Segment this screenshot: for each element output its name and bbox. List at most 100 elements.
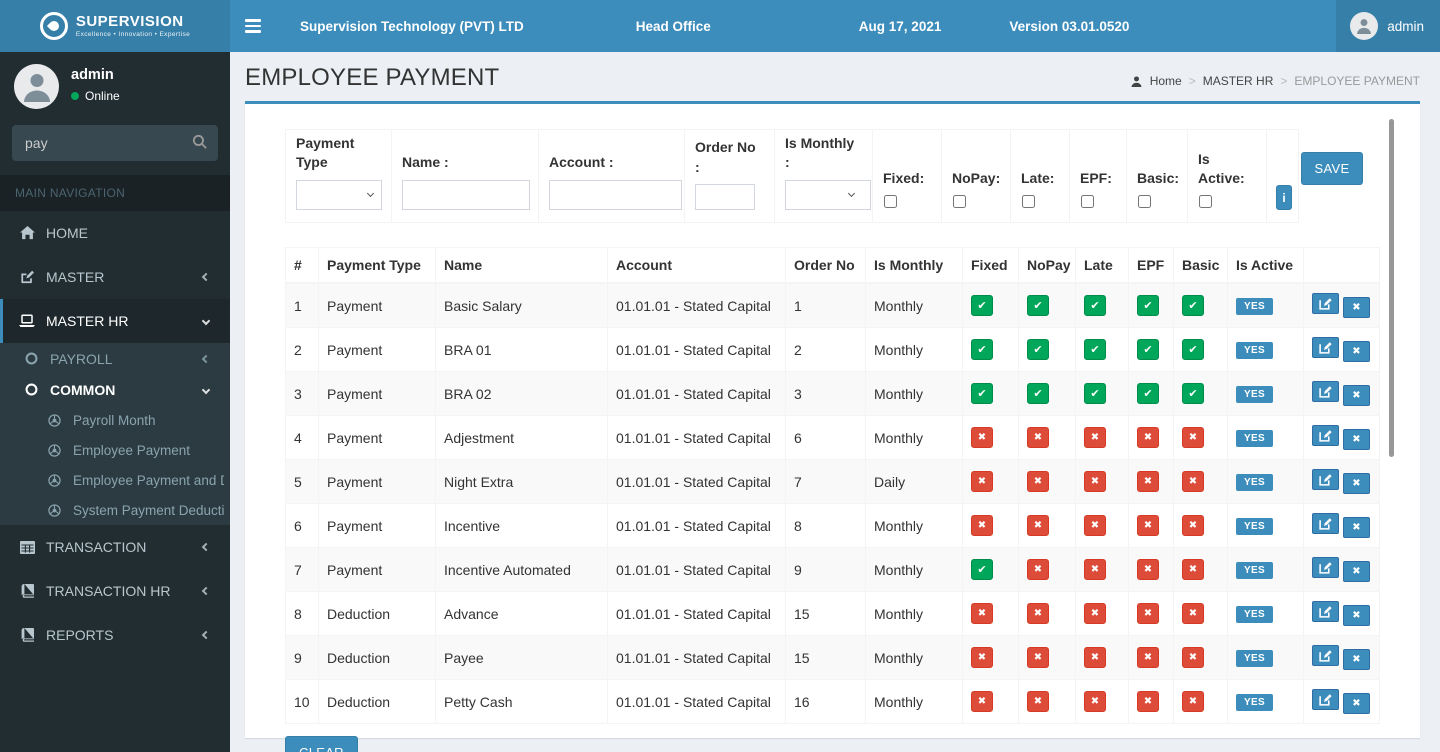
clear-button[interactable]: CLEAR	[285, 736, 358, 752]
delete-button[interactable]: ✖	[1343, 473, 1370, 494]
fixed-x-icon[interactable]: ✖	[971, 471, 993, 492]
fixed-check-icon[interactable]: ✔	[971, 383, 993, 404]
basic-x-icon[interactable]: ✖	[1182, 647, 1204, 668]
fixed-x-icon[interactable]: ✖	[971, 647, 993, 668]
fixed-check-icon[interactable]: ✔	[971, 295, 993, 316]
sidebar-item-employee-payment[interactable]: Employee Payment	[0, 435, 230, 465]
sidebar-item-employee-payment-and-dedu[interactable]: Employee Payment and Dedu	[0, 465, 230, 495]
epf-x-icon[interactable]: ✖	[1137, 427, 1159, 448]
filter-order-no-input[interactable]	[695, 184, 755, 210]
delete-button[interactable]: ✖	[1343, 517, 1370, 538]
nopay-check-icon[interactable]: ✔	[1027, 339, 1049, 360]
late-check-icon[interactable]: ✔	[1084, 339, 1106, 360]
edit-button[interactable]	[1312, 645, 1339, 666]
filter-basic-checkbox[interactable]	[1138, 195, 1151, 208]
delete-button[interactable]: ✖	[1343, 297, 1370, 318]
epf-x-icon[interactable]: ✖	[1137, 515, 1159, 536]
epf-check-icon[interactable]: ✔	[1137, 295, 1159, 316]
edit-button[interactable]	[1312, 469, 1339, 490]
basic-check-icon[interactable]: ✔	[1182, 339, 1204, 360]
nopay-x-icon[interactable]: ✖	[1027, 427, 1049, 448]
delete-button[interactable]: ✖	[1343, 341, 1370, 362]
nopay-x-icon[interactable]: ✖	[1027, 515, 1049, 536]
edit-button[interactable]	[1312, 425, 1339, 446]
fixed-check-icon[interactable]: ✔	[971, 559, 993, 580]
nopay-x-icon[interactable]: ✖	[1027, 603, 1049, 624]
delete-button[interactable]: ✖	[1343, 385, 1370, 406]
sidebar-item-home[interactable]: HOME	[0, 211, 230, 255]
late-x-icon[interactable]: ✖	[1084, 691, 1106, 712]
nopay-check-icon[interactable]: ✔	[1027, 295, 1049, 316]
basic-x-icon[interactable]: ✖	[1182, 471, 1204, 492]
info-button[interactable]: i	[1276, 185, 1292, 210]
epf-x-icon[interactable]: ✖	[1137, 691, 1159, 712]
filter-late-checkbox[interactable]	[1022, 195, 1035, 208]
edit-button[interactable]	[1312, 513, 1339, 534]
late-x-icon[interactable]: ✖	[1084, 515, 1106, 536]
epf-check-icon[interactable]: ✔	[1137, 383, 1159, 404]
fixed-x-icon[interactable]: ✖	[971, 603, 993, 624]
sidebar-item-payroll-month[interactable]: Payroll Month	[0, 405, 230, 435]
filter-is-monthly-select[interactable]	[785, 180, 871, 210]
nopay-x-icon[interactable]: ✖	[1027, 471, 1049, 492]
fixed-x-icon[interactable]: ✖	[971, 691, 993, 712]
sidebar-item-reports[interactable]: REPORTS	[0, 613, 230, 657]
delete-button[interactable]: ✖	[1343, 649, 1370, 670]
sidebar-item-system-payment-deduction[interactable]: System Payment Deduction	[0, 495, 230, 525]
nopay-x-icon[interactable]: ✖	[1027, 647, 1049, 668]
filter-name-input[interactable]	[402, 180, 530, 210]
content-scrollbar[interactable]	[1389, 119, 1394, 457]
epf-x-icon[interactable]: ✖	[1137, 471, 1159, 492]
late-check-icon[interactable]: ✔	[1084, 383, 1106, 404]
filter-is-active-checkbox[interactable]	[1199, 195, 1212, 208]
fixed-x-icon[interactable]: ✖	[971, 515, 993, 536]
delete-button[interactable]: ✖	[1343, 605, 1370, 626]
late-x-icon[interactable]: ✖	[1084, 471, 1106, 492]
nopay-check-icon[interactable]: ✔	[1027, 383, 1049, 404]
sidebar-item-transaction[interactable]: TRANSACTION	[0, 525, 230, 569]
basic-x-icon[interactable]: ✖	[1182, 427, 1204, 448]
basic-x-icon[interactable]: ✖	[1182, 559, 1204, 580]
basic-x-icon[interactable]: ✖	[1182, 691, 1204, 712]
edit-button[interactable]	[1312, 381, 1339, 402]
epf-check-icon[interactable]: ✔	[1137, 339, 1159, 360]
nopay-x-icon[interactable]: ✖	[1027, 691, 1049, 712]
late-check-icon[interactable]: ✔	[1084, 295, 1106, 316]
late-x-icon[interactable]: ✖	[1084, 647, 1106, 668]
basic-x-icon[interactable]: ✖	[1182, 603, 1204, 624]
late-x-icon[interactable]: ✖	[1084, 427, 1106, 448]
edit-button[interactable]	[1312, 557, 1339, 578]
fixed-x-icon[interactable]: ✖	[971, 427, 993, 448]
late-x-icon[interactable]: ✖	[1084, 559, 1106, 580]
delete-button[interactable]: ✖	[1343, 693, 1370, 714]
sidebar-item-master-hr[interactable]: MASTER HR	[0, 299, 230, 343]
edit-button[interactable]	[1312, 689, 1339, 710]
epf-x-icon[interactable]: ✖	[1137, 603, 1159, 624]
basic-check-icon[interactable]: ✔	[1182, 383, 1204, 404]
edit-button[interactable]	[1312, 293, 1339, 314]
epf-x-icon[interactable]: ✖	[1137, 647, 1159, 668]
basic-x-icon[interactable]: ✖	[1182, 515, 1204, 536]
filter-nopay-checkbox[interactable]	[953, 195, 966, 208]
fixed-check-icon[interactable]: ✔	[971, 339, 993, 360]
late-x-icon[interactable]: ✖	[1084, 603, 1106, 624]
nopay-x-icon[interactable]: ✖	[1027, 559, 1049, 580]
brand-logo[interactable]: SUPERVISION Excellence • Innovation • Ex…	[0, 0, 230, 52]
delete-button[interactable]: ✖	[1343, 561, 1370, 582]
epf-x-icon[interactable]: ✖	[1137, 559, 1159, 580]
filter-epf-checkbox[interactable]	[1081, 195, 1094, 208]
breadcrumb-home[interactable]: Home	[1128, 74, 1182, 88]
edit-button[interactable]	[1312, 337, 1339, 358]
filter-fixed-checkbox[interactable]	[884, 195, 897, 208]
sidebar-toggle-button[interactable]	[230, 0, 276, 52]
sidebar-item-master[interactable]: MASTER	[0, 255, 230, 299]
breadcrumb-master-hr[interactable]: MASTER HR	[1203, 74, 1274, 88]
sidebar-item-common[interactable]: COMMON	[0, 374, 230, 405]
filter-account-input[interactable]	[549, 180, 682, 210]
delete-button[interactable]: ✖	[1343, 429, 1370, 450]
save-button[interactable]: SAVE	[1300, 152, 1364, 185]
user-menu[interactable]: admin	[1336, 0, 1440, 52]
basic-check-icon[interactable]: ✔	[1182, 295, 1204, 316]
sidebar-item-transaction-hr[interactable]: TRANSACTION HR	[0, 569, 230, 613]
search-button[interactable]	[184, 129, 214, 157]
